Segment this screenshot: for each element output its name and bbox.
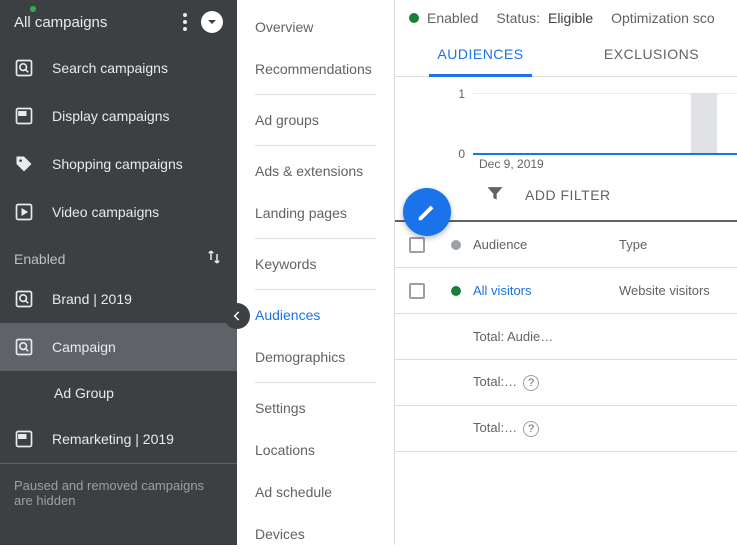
status-value: Eligible xyxy=(548,10,593,26)
sidebar-item-label: Brand | 2019 xyxy=(52,291,132,307)
header-audience[interactable]: Audience xyxy=(473,237,619,252)
display-icon xyxy=(14,106,34,126)
header-type[interactable]: Type xyxy=(619,237,719,252)
search-icon xyxy=(14,58,34,78)
midnav-item-locations[interactable]: Locations xyxy=(237,429,394,471)
midnav-item-ad-schedule[interactable]: Ad schedule xyxy=(237,471,394,513)
enabled-dot-icon xyxy=(409,13,419,23)
cell-audience: Total:…? xyxy=(473,420,619,437)
midnav-item-keywords[interactable]: Keywords xyxy=(237,243,394,285)
cell-audience: Total: Audie… xyxy=(473,329,619,344)
collapse-handle[interactable] xyxy=(224,303,250,329)
search-icon xyxy=(14,337,34,357)
table-row: All visitors Website visitors xyxy=(395,268,737,314)
sidebar-enabled-section: Enabled xyxy=(0,236,237,275)
sidebar-campaign-campaign[interactable]: Campaign xyxy=(0,323,237,371)
sidebar-item-search-campaigns[interactable]: Search campaigns xyxy=(0,44,237,92)
chart: 1 0 Dec 9, 2019 xyxy=(395,83,737,169)
dropdown-toggle[interactable] xyxy=(201,11,223,33)
sidebar-item-label: Video campaigns xyxy=(52,204,159,220)
midnav-item-devices[interactable]: Devices xyxy=(237,513,394,555)
status-key: Status: xyxy=(496,10,540,26)
chevron-down-icon xyxy=(207,17,217,27)
help-icon[interactable]: ? xyxy=(523,421,539,437)
table-row: Total:…? xyxy=(395,360,737,406)
video-icon xyxy=(14,202,34,222)
enabled-label[interactable]: Enabled xyxy=(427,10,478,26)
audience-table: Audience Type All visitors Website visito… xyxy=(395,220,737,452)
midnav-item-ad-groups[interactable]: Ad groups xyxy=(237,99,394,141)
midnav-item-settings[interactable]: Settings xyxy=(237,387,394,429)
sidebar-item-label: Display campaigns xyxy=(52,108,170,124)
sidebar-item-label: Remarketing | 2019 xyxy=(52,431,174,447)
help-icon[interactable]: ? xyxy=(523,375,539,391)
cell-audience[interactable]: All visitors xyxy=(473,283,619,298)
sidebar-adgroup[interactable]: Ad Group xyxy=(0,371,237,415)
sidebar-campaign-brand[interactable]: Brand | 2019 xyxy=(0,275,237,323)
sidebar-item-label: Campaign xyxy=(52,339,116,355)
sidebar-item-label: Shopping campaigns xyxy=(52,156,183,172)
chart-highlight xyxy=(691,93,717,153)
midnav-divider xyxy=(255,382,376,383)
sidebar-item-video-campaigns[interactable]: Video campaigns xyxy=(0,188,237,236)
tabs: AUDIENCES EXCLUSIONS xyxy=(395,34,737,77)
table-row: Total: Audie… xyxy=(395,314,737,360)
midnav-divider xyxy=(255,145,376,146)
chevron-left-icon xyxy=(230,309,244,323)
sidebar-item-display-campaigns[interactable]: Display campaigns xyxy=(0,92,237,140)
midnav-item-ads-extensions[interactable]: Ads & extensions xyxy=(237,150,394,192)
secondary-nav: OverviewRecommendations Ad groups Ads & ex… xyxy=(237,0,395,545)
sidebar-item-label: Ad Group xyxy=(54,385,114,401)
status-column-icon[interactable] xyxy=(451,240,461,250)
display-icon xyxy=(14,429,34,449)
sidebar-item-label: Search campaigns xyxy=(52,60,168,76)
cell-audience: Total:…? xyxy=(473,374,619,391)
add-filter-button[interactable]: ADD FILTER xyxy=(525,187,611,203)
midnav-item-audiences[interactable]: Audiences xyxy=(237,294,394,336)
chart-axis xyxy=(473,153,737,155)
chart-ytick-0: 0 xyxy=(455,147,465,161)
table-header-row: Audience Type xyxy=(395,222,737,268)
status-dot-icon xyxy=(451,286,461,296)
table-row: Total:…? xyxy=(395,406,737,452)
filter-icon[interactable] xyxy=(485,183,505,206)
sidebar-footer-note: Paused and removed campaigns are hidden xyxy=(0,463,237,522)
main-content: Enabled Status: Eligible Optimization sc… xyxy=(395,0,737,545)
midnav-item-landing-pages[interactable]: Landing pages xyxy=(237,192,394,234)
cell-type: Website visitors xyxy=(619,283,719,298)
sidebar-title[interactable]: All campaigns xyxy=(14,14,183,31)
midnav-divider xyxy=(255,289,376,290)
status-dot-icon xyxy=(30,6,36,12)
select-all-checkbox[interactable] xyxy=(409,237,425,253)
midnav-divider xyxy=(255,238,376,239)
enabled-label: Enabled xyxy=(14,251,65,267)
sidebar-item-shopping-campaigns[interactable]: Shopping campaigns xyxy=(0,140,237,188)
more-icon[interactable] xyxy=(183,13,187,31)
tab-audiences[interactable]: AUDIENCES xyxy=(395,34,566,76)
status-bar: Enabled Status: Eligible Optimization sc… xyxy=(395,0,737,34)
midnav-item-overview[interactable]: Overview xyxy=(237,6,394,48)
tab-exclusions[interactable]: EXCLUSIONS xyxy=(566,34,737,76)
chart-date-label: Dec 9, 2019 xyxy=(479,157,544,171)
audience-link[interactable]: All visitors xyxy=(473,283,532,298)
tag-icon xyxy=(14,154,34,174)
row-checkbox[interactable] xyxy=(409,283,425,299)
midnav-item-demographics[interactable]: Demographics xyxy=(237,336,394,378)
optimization-label: Optimization sco xyxy=(611,10,714,26)
left-sidebar: All campaigns Search campaigns Display c… xyxy=(0,0,237,545)
chart-ytick-1: 1 xyxy=(455,87,465,101)
sidebar-campaign-remarketing[interactable]: Remarketing | 2019 xyxy=(0,415,237,463)
pencil-icon xyxy=(416,201,438,223)
search-icon xyxy=(14,289,34,309)
midnav-divider xyxy=(255,94,376,95)
sort-icon[interactable] xyxy=(205,248,223,269)
add-audience-fab[interactable] xyxy=(403,188,451,236)
midnav-item-recommendations[interactable]: Recommendations xyxy=(237,48,394,90)
